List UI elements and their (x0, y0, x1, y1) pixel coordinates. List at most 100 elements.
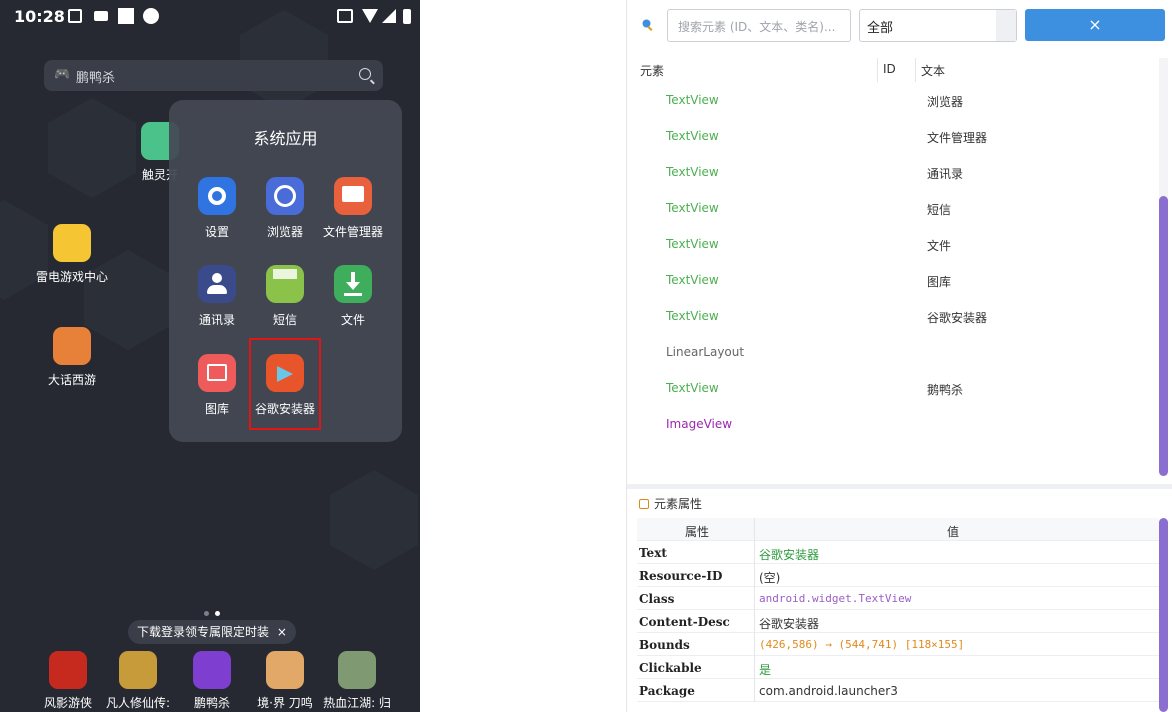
property-key: Clickable (639, 661, 702, 675)
status-bar: 10:28 (0, 0, 420, 34)
background-hexagon (330, 470, 418, 570)
element-tree: TextView 浏览器 TextView 文件管理器 TextView 通讯录… (627, 82, 1159, 478)
dock-app-label: 境·界 刀鸣 (257, 696, 313, 710)
globe-icon (266, 177, 304, 215)
dock-app[interactable]: 境·界 刀鸣 (250, 651, 320, 711)
property-value[interactable]: 谷歌安装器 (759, 546, 819, 563)
tree-row[interactable]: ImageView (627, 406, 1159, 442)
app-label: 雷电游戏中心 (35, 270, 108, 284)
app-label: 大话西游 (47, 373, 96, 387)
tree-row-class: TextView (666, 165, 719, 179)
status-time: 10:28 (14, 7, 65, 26)
dock-app-label: 凡人修仙传: (105, 696, 171, 710)
folder-app-browser[interactable]: 浏览器 (246, 177, 324, 240)
notification-a-icon (68, 9, 82, 23)
folder-app-label: 文件管理器 (322, 225, 383, 239)
tree-row-class: TextView (666, 129, 719, 143)
pane-divider[interactable] (627, 484, 1172, 489)
properties-header-key: 属性 (685, 525, 710, 539)
app-leidian-game-center[interactable]: 雷电游戏中心 (30, 224, 114, 285)
app-icon (338, 651, 376, 689)
app-icon (193, 651, 231, 689)
page-dot[interactable] (204, 611, 209, 616)
properties-table: 属性 值 Text 谷歌安装器 Resource-ID (空) Class an… (637, 518, 1159, 702)
app-icon (266, 651, 304, 689)
app-dahua-xiyou[interactable]: 大话西游 (30, 327, 114, 388)
messages-icon (266, 265, 304, 303)
tree-row[interactable]: LinearLayout (627, 334, 1159, 370)
properties-header-value: 值 (947, 525, 960, 539)
element-inspector: 搜索元素 (ID、文本、类名)... 全部 × 元素 ID 文本 TextVie… (626, 0, 1172, 712)
dock-app[interactable]: 凡人修仙传: (103, 651, 173, 711)
property-value[interactable]: (426,586) → (544,741) [118×155] (759, 638, 964, 651)
tree-row[interactable]: TextView 短信 (627, 190, 1159, 226)
tree-row-class: TextView (666, 273, 719, 287)
property-value[interactable]: com.android.launcher3 (759, 684, 898, 698)
search-icon (641, 17, 655, 32)
property-value[interactable]: (空) (759, 569, 780, 586)
dock-app-label: 鹏鸭杀 (193, 696, 230, 710)
property-key: Bounds (639, 638, 690, 652)
close-button[interactable]: × (1025, 9, 1165, 41)
download-icon (334, 265, 372, 303)
folder-app-settings[interactable]: 设置 (178, 177, 256, 240)
property-row: Package com.android.launcher3 (637, 679, 1159, 702)
property-key: Text (639, 546, 667, 560)
wifi-icon (362, 9, 378, 23)
element-search-input[interactable]: 搜索元素 (ID、文本、类名)... (667, 9, 851, 42)
properties-title-text: 元素属性 (654, 497, 703, 511)
property-value[interactable]: android.widget.TextView (759, 592, 911, 605)
filter-select-value: 全部 (867, 21, 894, 36)
folder-app-file-manager[interactable]: 文件管理器 (314, 177, 392, 240)
folder-app-files[interactable]: 文件 (314, 265, 392, 328)
tree-row-class: TextView (666, 237, 719, 251)
tree-row-text: 图库 (927, 275, 952, 289)
tree-scrollbar[interactable] (1159, 196, 1168, 476)
property-row: Clickable 是 (637, 656, 1159, 679)
folder-app-contacts[interactable]: 通讯录 (178, 265, 256, 328)
tree-row-text: 文件 (927, 239, 952, 253)
tree-row[interactable]: TextView 文件管理器 (627, 118, 1159, 154)
property-key: Content-Desc (639, 615, 730, 629)
dock-app-label: 风影游侠 (43, 696, 92, 710)
folder-app-gallery[interactable]: 图库 (178, 354, 256, 417)
property-value[interactable]: 谷歌安装器 (759, 615, 819, 632)
dock-app[interactable]: 热血江湖: 归 (322, 651, 392, 711)
dock-app[interactable]: 鹏鸭杀 (177, 651, 247, 711)
gallery-icon (198, 354, 236, 392)
folder-app-label: 短信 (272, 313, 297, 327)
tree-row[interactable]: TextView 文件 (627, 226, 1159, 262)
tree-row-text: 浏览器 (927, 95, 964, 109)
search-icon[interactable] (359, 68, 371, 80)
folder-app-label: 图库 (204, 402, 229, 416)
tree-row-text: 通讯录 (927, 167, 964, 181)
promo-banner[interactable]: 下载登录领专属限定时装 × (128, 620, 296, 644)
tree-row-text: 短信 (927, 203, 952, 217)
filter-select[interactable]: 全部 (859, 9, 1017, 42)
property-value[interactable]: 是 (759, 661, 771, 678)
cast-icon (337, 9, 353, 23)
folder-app-label: 通讯录 (198, 313, 235, 327)
folder-app-messages[interactable]: 短信 (246, 265, 324, 328)
tree-row[interactable]: TextView 图库 (627, 262, 1159, 298)
gamepad-icon (53, 224, 91, 262)
search-bar[interactable]: 🎮 鹏鸭杀 (44, 60, 383, 91)
page-indicator (204, 601, 226, 620)
tree-row[interactable]: TextView 浏览器 (627, 82, 1159, 118)
page-dot-active[interactable] (215, 611, 220, 616)
properties-scrollbar[interactable] (1159, 518, 1168, 712)
tree-row-class: TextView (666, 309, 719, 323)
promo-close-icon[interactable]: × (277, 625, 287, 639)
property-key: Package (639, 684, 695, 698)
signal-icon (382, 9, 396, 23)
contacts-icon (198, 265, 236, 303)
tree-row[interactable]: TextView 通讯录 (627, 154, 1159, 190)
tree-row-class: ImageView (666, 417, 733, 431)
tree-row-text: 谷歌安装器 (927, 311, 988, 325)
tree-row-class: TextView (666, 381, 719, 395)
tree-row[interactable]: TextView 鹅鸭杀 (627, 370, 1159, 406)
dock-app[interactable]: 风影游侠 (33, 651, 103, 711)
tree-row[interactable]: TextView 谷歌安装器 (627, 298, 1159, 334)
column-header-text: 文本 (921, 64, 946, 78)
folder-app-label: 设置 (204, 225, 229, 239)
